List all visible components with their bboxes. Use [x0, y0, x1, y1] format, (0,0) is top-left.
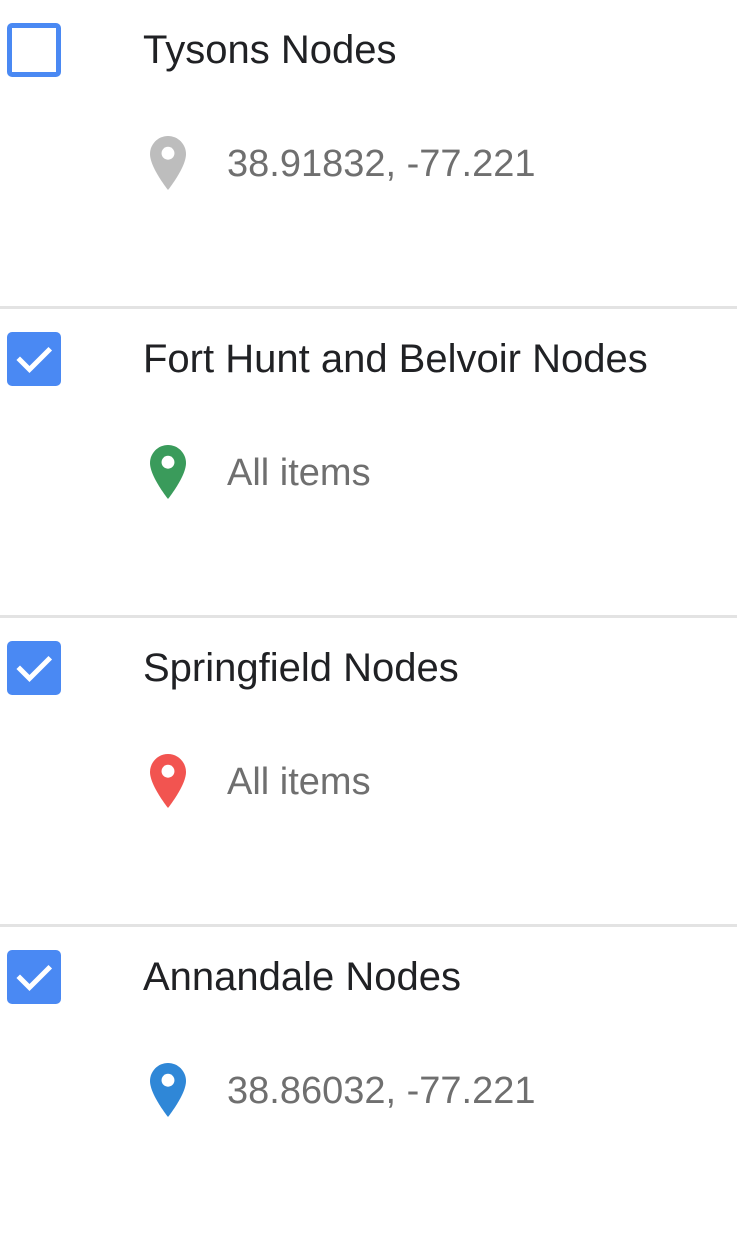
layer-style-row[interactable]: All items [0, 445, 737, 501]
layer-visibility-checkbox[interactable] [7, 641, 61, 695]
layer-list: Tysons Nodes 38.91832, -77.221 Fort Hunt… [0, 0, 737, 1236]
layer-style-label: All items [227, 761, 371, 803]
layer-visibility-checkbox[interactable] [7, 23, 61, 77]
layer-style-row[interactable]: 38.86032, -77.221 [0, 1063, 737, 1119]
layer-item: Fort Hunt and Belvoir Nodes All items [0, 309, 737, 618]
map-marker-icon [150, 136, 186, 190]
layer-style-row[interactable]: All items [0, 754, 737, 810]
layer-style-label: 38.91832, -77.221 [227, 143, 536, 185]
layer-item: Annandale Nodes 38.86032, -77.221 [0, 927, 737, 1236]
layer-item: Tysons Nodes 38.91832, -77.221 [0, 0, 737, 309]
layer-style-label: All items [227, 452, 371, 494]
check-icon [16, 964, 53, 992]
layer-visibility-checkbox[interactable] [7, 950, 61, 1004]
layer-item: Springfield Nodes All items [0, 618, 737, 927]
layer-title[interactable]: Fort Hunt and Belvoir Nodes [143, 332, 648, 386]
map-marker-icon [150, 754, 186, 808]
check-icon [16, 346, 53, 374]
layer-title[interactable]: Springfield Nodes [143, 641, 459, 695]
layer-style-row[interactable]: 38.91832, -77.221 [0, 136, 737, 192]
layer-style-label: 38.86032, -77.221 [227, 1070, 536, 1112]
layer-title[interactable]: Tysons Nodes [143, 23, 396, 77]
check-icon [16, 655, 53, 683]
layer-visibility-checkbox[interactable] [7, 332, 61, 386]
map-marker-icon [150, 1063, 186, 1117]
map-marker-icon [150, 445, 186, 499]
layer-title[interactable]: Annandale Nodes [143, 950, 461, 1004]
